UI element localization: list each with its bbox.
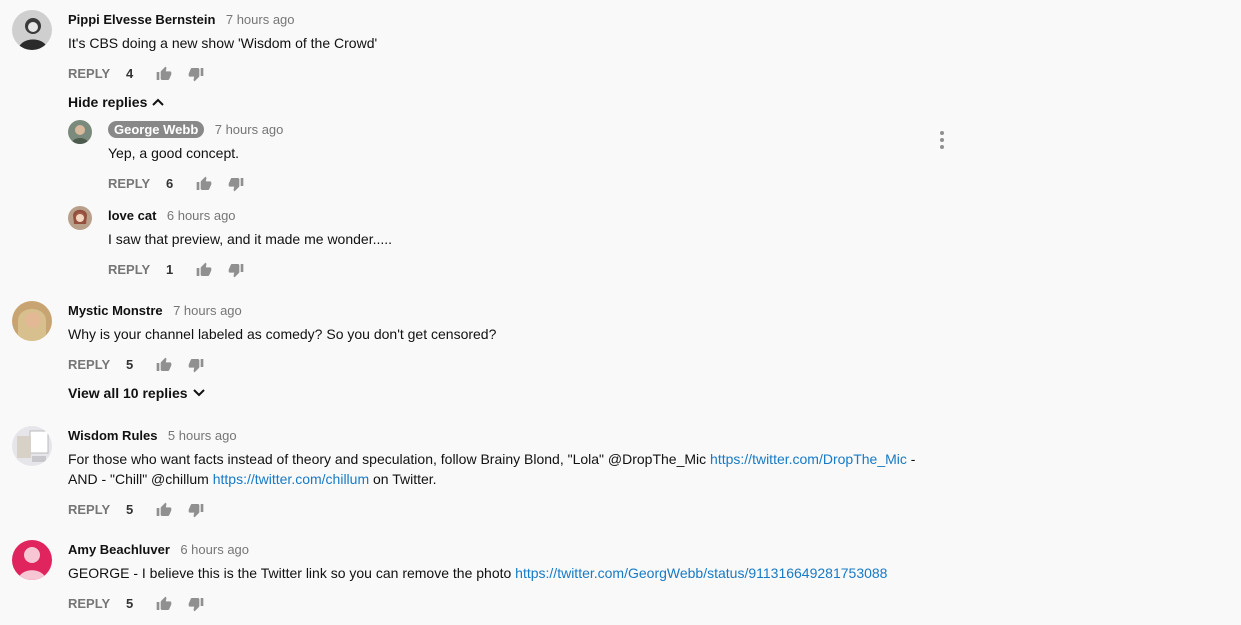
reply-button[interactable]: REPLY — [68, 62, 126, 86]
like-count: 4 — [126, 66, 134, 81]
author-name[interactable]: Wisdom Rules — [68, 428, 157, 443]
reply-button[interactable]: REPLY — [108, 172, 166, 196]
author-name[interactable]: Mystic Monstre — [68, 303, 163, 318]
author-name[interactable]: love cat — [108, 208, 156, 223]
thumbs-up-icon[interactable] — [156, 502, 188, 518]
avatar[interactable] — [12, 10, 52, 50]
author-name-badge[interactable]: George Webb — [108, 121, 205, 138]
comment-text: I saw that preview, and it made me wonde… — [108, 231, 393, 247]
avatar[interactable] — [12, 301, 52, 341]
view-replies-label: View all 10 replies — [68, 385, 188, 401]
twitter-link[interactable]: https://twitter.com/GeorgWebb/status/911… — [515, 565, 887, 581]
author-name[interactable]: Pippi Elvesse Bernstein — [68, 12, 215, 27]
avatar[interactable] — [12, 540, 52, 580]
comment-text-part: on Twitter. — [369, 471, 437, 487]
like-count: 5 — [126, 596, 134, 611]
thumbs-down-icon[interactable] — [188, 596, 220, 612]
chevron-up-icon — [152, 98, 165, 106]
thumbs-down-icon[interactable] — [188, 502, 220, 518]
comment-timestamp[interactable]: 7 hours ago — [226, 12, 295, 27]
hide-replies-button[interactable]: Hide replies — [68, 94, 165, 110]
comment-text-part: GEORGE - I believe this is the Twitter l… — [68, 565, 516, 581]
avatar[interactable] — [68, 206, 92, 230]
like-count: 5 — [126, 502, 134, 517]
like-count: 1 — [166, 262, 174, 277]
thumbs-down-icon[interactable] — [188, 66, 220, 82]
reply-button[interactable]: REPLY — [108, 258, 166, 282]
comment-text: For those who want facts instead of theo… — [68, 449, 948, 489]
like-count: 5 — [126, 357, 134, 372]
thumbs-down-icon[interactable] — [228, 176, 260, 192]
thumbs-up-icon[interactable] — [196, 176, 228, 192]
twitter-link[interactable]: https://twitter.com/chillum — [213, 471, 369, 487]
thumbs-down-icon[interactable] — [228, 262, 260, 278]
comment-text: Yep, a good concept. — [108, 145, 240, 161]
like-count: 6 — [166, 176, 174, 191]
comment-text: It's CBS doing a new show 'Wisdom of the… — [68, 35, 378, 51]
comment-text: GEORGE - I believe this is the Twitter l… — [68, 563, 887, 583]
more-vert-icon[interactable] — [936, 131, 948, 149]
comment-timestamp[interactable]: 7 hours ago — [215, 122, 284, 137]
thumbs-up-icon[interactable] — [156, 66, 188, 82]
reply-button[interactable]: REPLY — [68, 498, 126, 522]
reply-button[interactable]: REPLY — [68, 353, 126, 377]
thumbs-up-icon[interactable] — [196, 262, 228, 278]
thumbs-down-icon[interactable] — [188, 357, 220, 373]
hide-replies-label: Hide replies — [68, 94, 148, 110]
chevron-down-icon — [192, 389, 205, 397]
comment-text: Why is your channel labeled as comedy? S… — [68, 326, 497, 342]
comment-timestamp[interactable]: 5 hours ago — [168, 428, 237, 443]
reply-button[interactable]: REPLY — [68, 592, 126, 616]
view-replies-button[interactable]: View all 10 replies — [68, 385, 205, 401]
comment-timestamp[interactable]: 7 hours ago — [173, 303, 242, 318]
comment-timestamp[interactable]: 6 hours ago — [167, 208, 236, 223]
thumbs-up-icon[interactable] — [156, 357, 188, 373]
avatar[interactable] — [12, 426, 52, 466]
comment-timestamp[interactable]: 6 hours ago — [180, 542, 249, 557]
twitter-link[interactable]: https://twitter.com/DropThe_Mic — [710, 451, 907, 467]
author-name[interactable]: Amy Beachluver — [68, 542, 170, 557]
comment-text-part: For those who want facts instead of theo… — [68, 451, 711, 467]
thumbs-up-icon[interactable] — [156, 596, 188, 612]
avatar[interactable] — [68, 120, 92, 144]
